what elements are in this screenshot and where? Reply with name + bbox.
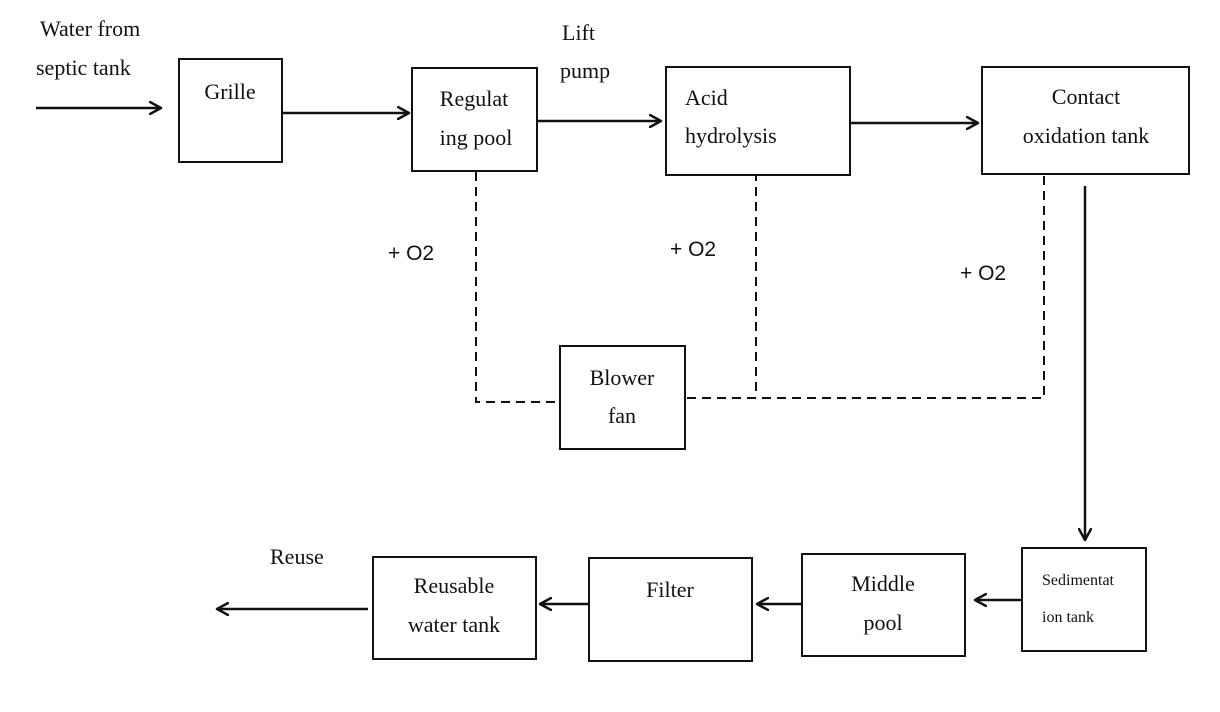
box-label: hydrolysis (685, 123, 777, 148)
box-reusable-water-tank: Reusable water tank (372, 556, 537, 660)
box-regulating-pool: Regulat ing pool (411, 67, 538, 172)
reuse-label: Reuse (270, 544, 324, 569)
box-label: ion tank (1042, 609, 1094, 626)
input-label-line1: Water from (40, 16, 140, 41)
box-contact-oxidation-tank: Contact oxidation tank (981, 66, 1190, 175)
box-label: water tank (408, 612, 500, 637)
lift-pump-label-line2: pump (560, 58, 610, 83)
box-label: oxidation tank (1023, 123, 1149, 148)
air-line-contact (686, 176, 1045, 399)
box-filter: Filter (588, 557, 753, 662)
box-middle-pool: Middle pool (801, 553, 966, 657)
box-acid-hydrolysis: Acid hydrolysis (665, 66, 851, 176)
box-label: Filter (646, 577, 694, 602)
box-label: pool (863, 610, 902, 635)
box-label: fan (608, 403, 636, 428)
box-blower-fan: Blower fan (559, 345, 686, 450)
box-label: Contact (1052, 84, 1120, 109)
box-grille: Grille (178, 58, 283, 163)
process-flow-diagram: Water from septic tank Lift pump + O2 + … (36, 16, 1190, 662)
lift-pump-label-line1: Lift (562, 20, 595, 45)
box-label: Sedimentat (1042, 572, 1115, 589)
box-label: Acid (685, 85, 728, 110)
box-label: Blower (590, 365, 655, 390)
o2-label-acid: + O2 (670, 238, 716, 261)
box-label: ing pool (440, 125, 513, 150)
o2-label-contact: + O2 (960, 262, 1006, 285)
input-label-line2: septic tank (36, 55, 131, 80)
box-sedimentation-tank: Sedimentat ion tank (1021, 547, 1147, 652)
air-line-regulating (475, 172, 558, 403)
box-label: Regulat (440, 86, 508, 111)
box-label: Grille (204, 79, 255, 104)
box-label: Middle (851, 571, 915, 596)
o2-label-regulating: + O2 (388, 242, 434, 265)
box-label: Reusable (414, 573, 495, 598)
